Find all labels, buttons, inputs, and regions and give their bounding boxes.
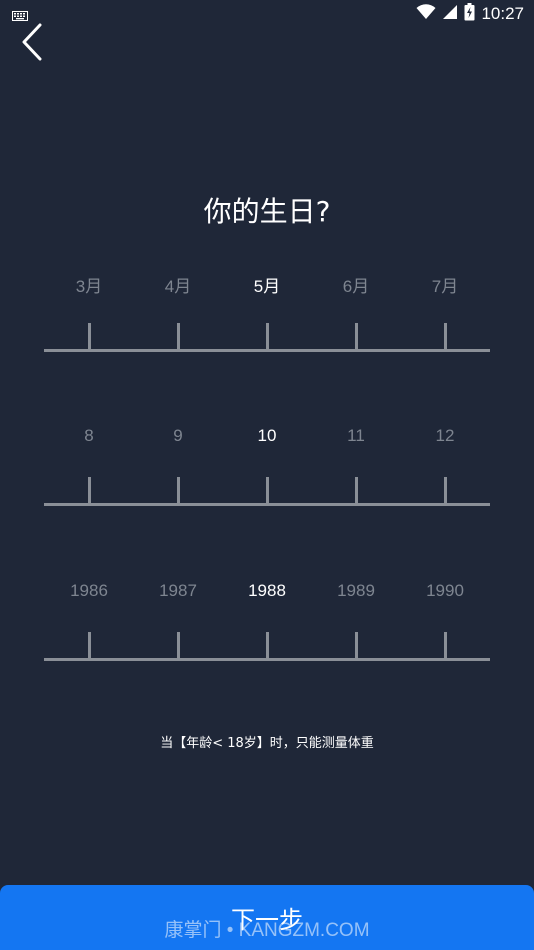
picker-option[interactable]: 6月	[316, 272, 396, 352]
picker-option-label: 1986	[70, 581, 108, 600]
status-bar: 10:27	[0, 0, 534, 28]
picker-option-label: 1989	[337, 581, 375, 600]
picker-tick	[265, 477, 269, 506]
birthday-screen: 10:27 你的生日? 3月 4月 5月 6月 7月 8 9 10 11 12 1986 1987…	[0, 0, 534, 950]
back-button[interactable]	[12, 22, 52, 66]
next-button[interactable]: 下一步	[0, 885, 534, 950]
picker-tick	[354, 477, 358, 506]
picker-option-label: 3月	[75, 277, 103, 296]
picker-option[interactable]: 12	[405, 426, 485, 506]
picker-option-label: 6月	[342, 277, 370, 296]
picker-tick	[354, 323, 358, 352]
picker-option[interactable]: 11	[316, 426, 396, 506]
picker-option[interactable]: 1989	[316, 581, 396, 661]
picker-tick	[87, 632, 91, 661]
picker-option[interactable]: 4月	[138, 272, 218, 352]
picker-option-label: 7月	[431, 277, 459, 296]
age-note: 当【年龄< 18岁】时，只能测量体重	[160, 736, 374, 751]
picker-option-label: 9	[173, 426, 183, 445]
picker-option-label: 1988	[248, 581, 286, 600]
signal-icon	[442, 4, 458, 24]
picker-option[interactable]: 7月	[405, 272, 485, 352]
year-picker[interactable]: 1986 1987 1988 1989 1990	[44, 581, 490, 661]
picker-tick	[176, 632, 180, 661]
picker-option-label: 1990	[426, 581, 464, 600]
picker-tick	[87, 477, 91, 506]
picker-tick	[176, 477, 180, 506]
picker-option[interactable]: 9	[138, 426, 218, 506]
picker-option-label: 5月	[253, 277, 281, 296]
page-title: 你的生日?	[203, 195, 331, 228]
picker-option-label: 10	[257, 426, 277, 445]
picker-option[interactable]: 5月	[227, 272, 307, 352]
picker-option-label: 8	[84, 426, 94, 445]
wifi-icon	[416, 4, 436, 24]
picker-tick	[265, 323, 269, 352]
picker-tick	[443, 632, 447, 661]
picker-option[interactable]: 3月	[49, 272, 129, 352]
picker-option[interactable]: 1987	[138, 581, 218, 661]
picker-option-label: 11	[347, 426, 365, 445]
picker-option[interactable]: 10	[227, 426, 307, 506]
battery-charging-icon	[464, 3, 475, 25]
next-button-label: 下一步	[231, 906, 303, 934]
picker-tick	[443, 477, 447, 506]
picker-tick	[443, 323, 447, 352]
picker-tick	[176, 323, 180, 352]
month-picker[interactable]: 3月 4月 5月 6月 7月	[44, 272, 490, 352]
picker-option[interactable]: 1990	[405, 581, 485, 661]
picker-option[interactable]: 1986	[49, 581, 129, 661]
picker-option-label: 12	[435, 426, 455, 445]
picker-option-label: 4月	[164, 277, 192, 296]
picker-option-label: 1987	[159, 581, 197, 600]
picker-option[interactable]: 8	[49, 426, 129, 506]
status-time: 10:27	[481, 4, 524, 23]
chevron-left-icon	[20, 23, 44, 65]
picker-tick	[87, 323, 91, 352]
day-picker[interactable]: 8 9 10 11 12	[44, 426, 490, 506]
picker-option[interactable]: 1988	[227, 581, 307, 661]
picker-tick	[354, 632, 358, 661]
picker-tick	[265, 632, 269, 661]
